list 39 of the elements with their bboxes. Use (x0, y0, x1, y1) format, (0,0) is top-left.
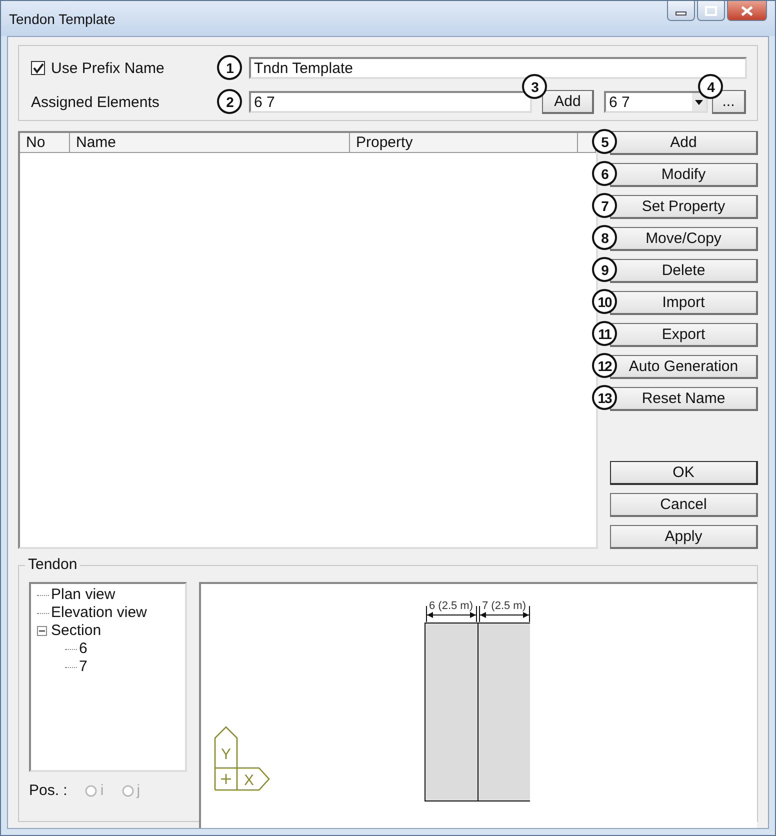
column-header[interactable]: Property (350, 133, 578, 153)
assigned-elements-field[interactable]: 6 7 (249, 91, 532, 113)
column-header[interactable]: Name (70, 133, 350, 153)
close-button[interactable] (727, 1, 767, 21)
action-button[interactable]: Modify (610, 163, 758, 187)
checkbox[interactable] (31, 61, 45, 75)
action-button[interactable]: Delete (610, 259, 758, 283)
callout-number: 2 (217, 89, 242, 114)
elements-dropdown[interactable]: 6 7 (604, 91, 708, 113)
window-title: Tendon Template (9, 10, 116, 26)
prefix-name-field[interactable]: Tndn Template (249, 57, 747, 79)
column-header[interactable] (578, 133, 596, 153)
maximize-button[interactable] (697, 1, 725, 21)
tree-item[interactable]: Section (51, 622, 102, 640)
assigned-elements-label: Assigned Elements (31, 94, 160, 110)
action-button[interactable]: Add (610, 131, 758, 155)
dialog-button[interactable]: Apply (610, 525, 758, 549)
callout-number: 1 (217, 55, 242, 80)
collapse-icon[interactable] (37, 626, 47, 636)
dimension-label: 6 (2.5 m) (429, 600, 473, 612)
close-icon (740, 6, 754, 16)
tree-item[interactable]: Elevation view (51, 604, 147, 622)
tree-item[interactable]: 6 (79, 640, 88, 658)
tree-item[interactable]: Plan view (51, 586, 116, 604)
browse-button[interactable]: ... (712, 90, 746, 114)
position-label: Pos. : (29, 782, 68, 799)
tree-item[interactable]: 7 (79, 658, 88, 676)
dialog-button[interactable]: Cancel (610, 493, 758, 517)
prefix-checkbox[interactable]: Use Prefix Name (31, 60, 201, 76)
maximize-icon (704, 6, 718, 16)
action-button[interactable]: Export (610, 323, 758, 347)
column-header[interactable]: No (20, 133, 70, 153)
minimize-button[interactable] (667, 1, 695, 21)
add-button[interactable]: Add (542, 90, 594, 114)
dialog-button[interactable]: OK (610, 461, 758, 485)
action-button[interactable]: Set Property (610, 195, 758, 219)
dimension-label: 7 (2.5 m) (482, 600, 526, 612)
action-button[interactable]: Move/Copy (610, 227, 758, 251)
checkbox-label: Use Prefix Name (51, 60, 164, 76)
